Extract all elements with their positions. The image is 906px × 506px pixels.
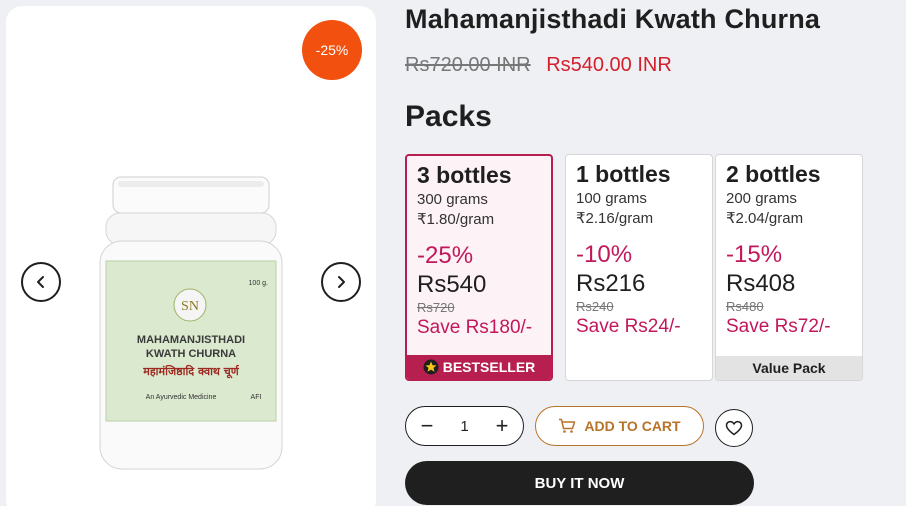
add-to-cart-label: ADD TO CART bbox=[584, 418, 681, 434]
carousel-prev-button[interactable] bbox=[21, 262, 61, 302]
cart-icon bbox=[559, 418, 576, 433]
pack-price: Rs216 bbox=[576, 270, 646, 297]
label-code: AFI bbox=[251, 394, 262, 401]
buy-now-button[interactable]: BUY IT NOW bbox=[405, 461, 754, 505]
pack-savings: Save Rs72/- bbox=[726, 316, 831, 337]
chevron-left-icon bbox=[37, 276, 44, 288]
label-tagline: An Ayurvedic Medicine bbox=[146, 394, 217, 401]
chevron-right-icon bbox=[338, 276, 345, 288]
packs-heading: Packs bbox=[405, 100, 492, 133]
pack-title: 1 bottles bbox=[576, 161, 671, 187]
discount-badge: -25% bbox=[302, 20, 362, 80]
pack-grams: 200 grams bbox=[726, 190, 797, 207]
pack-grams: 300 grams bbox=[417, 191, 488, 208]
product-gallery: SN 100 g. MAHAMANJISTHADI KWATH CHURNA म… bbox=[6, 6, 376, 506]
bestseller-label: BESTSELLER bbox=[442, 359, 536, 375]
price-row: Rs720.00 INR Rs540.00 INR bbox=[405, 54, 672, 77]
pack-option-1-bottle[interactable]: 1 bottles 100 grams ₹2.16/gram -10% Rs21… bbox=[565, 154, 713, 381]
product-title: Mahamanjisthadi Kwath Churna bbox=[405, 4, 821, 34]
heart-icon bbox=[725, 420, 743, 436]
pack-rate: ₹1.80/gram bbox=[417, 211, 495, 228]
pack-rate: ₹2.16/gram bbox=[576, 210, 654, 227]
wishlist-button[interactable] bbox=[715, 409, 753, 447]
star-icon bbox=[423, 359, 439, 375]
pack-discount: -25% bbox=[417, 242, 474, 269]
value-pack-tag: Value Pack bbox=[716, 356, 862, 380]
label-line1: MAHAMANJISTHADI bbox=[137, 334, 245, 346]
pack-savings: Save Rs180/- bbox=[417, 317, 533, 338]
pack-option-2-bottles[interactable]: 2 bottles 200 grams ₹2.04/gram -15% Rs40… bbox=[715, 154, 863, 381]
pack-price: Rs408 bbox=[726, 270, 796, 297]
pack-rate: ₹2.04/gram bbox=[726, 210, 804, 227]
product-image: SN 100 g. MAHAMANJISTHADI KWATH CHURNA म… bbox=[99, 176, 283, 470]
quantity-stepper: − 1 + bbox=[405, 406, 524, 446]
bestseller-tag: BESTSELLER bbox=[407, 355, 551, 379]
pack-discount: -15% bbox=[726, 241, 783, 268]
sale-price: Rs540.00 INR bbox=[546, 54, 672, 76]
pack-old-price: Rs720 bbox=[417, 300, 455, 315]
pack-price: Rs540 bbox=[417, 271, 487, 298]
pack-savings: Save Rs24/- bbox=[576, 316, 681, 337]
label-line2: KWATH CHURNA bbox=[146, 348, 236, 360]
carousel-next-button[interactable] bbox=[321, 262, 361, 302]
pack-old-price: Rs480 bbox=[726, 299, 764, 314]
add-to-cart-button[interactable]: ADD TO CART bbox=[535, 406, 704, 446]
pack-title: 3 bottles bbox=[417, 162, 512, 188]
quantity-value[interactable]: 1 bbox=[460, 418, 468, 435]
pack-old-price: Rs240 bbox=[576, 299, 614, 314]
old-price: Rs720.00 INR bbox=[405, 54, 531, 76]
label-brand-mark: SN bbox=[181, 299, 199, 314]
quantity-increase-button[interactable]: + bbox=[493, 415, 511, 437]
pack-grams: 100 grams bbox=[576, 190, 647, 207]
pack-title: 2 bottles bbox=[726, 161, 821, 187]
pack-discount: -10% bbox=[576, 241, 633, 268]
label-weight: 100 g. bbox=[249, 280, 269, 287]
pack-option-3-bottles[interactable]: 3 bottles 300 grams ₹1.80/gram -25% Rs54… bbox=[405, 154, 553, 381]
quantity-decrease-button[interactable]: − bbox=[418, 415, 436, 437]
label-hindi: महामंजिष्ठादि क्वाथ चूर्ण bbox=[142, 364, 240, 379]
